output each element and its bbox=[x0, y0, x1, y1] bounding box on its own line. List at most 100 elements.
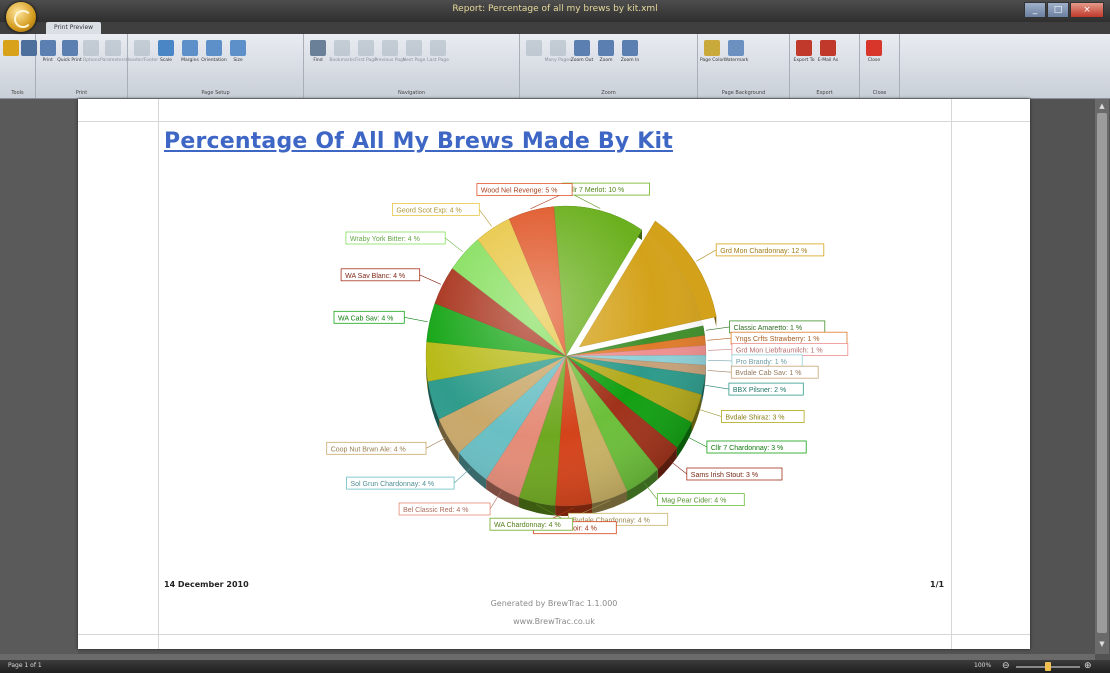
ribbon-group-6: Export To E-Mail As Export bbox=[790, 34, 860, 98]
leader-line bbox=[707, 349, 732, 351]
orientation-button[interactable]: Orientation bbox=[201, 36, 227, 63]
ribbon-group-3: Find Bookmarks First Page Previous Page Next… bbox=[304, 34, 520, 98]
zoom-percentage: 100% bbox=[974, 662, 992, 669]
find-button[interactable]: Find bbox=[307, 36, 329, 63]
ribbon-group-2: Header/Footer Scale Margins Orientation Size… bbox=[126, 34, 304, 98]
ribbon-item-label: Many Pages bbox=[544, 58, 572, 63]
page-color-button[interactable]: Page Color bbox=[700, 36, 724, 63]
maximize-button[interactable]: □ bbox=[1047, 2, 1069, 18]
previous-page-icon bbox=[382, 40, 398, 56]
scroll-down-icon[interactable]: ▼ bbox=[1097, 639, 1107, 649]
data-label: Wraby York Bitter: 4 % bbox=[350, 236, 420, 243]
size-button[interactable]: Size bbox=[227, 36, 249, 63]
export-to-button[interactable]: Export To bbox=[793, 36, 815, 63]
data-label: WA Cab Sav: 4 % bbox=[338, 315, 393, 322]
next-page-button[interactable]: Next Page bbox=[403, 36, 425, 63]
close-button[interactable]: Close bbox=[863, 36, 885, 63]
ribbon-item-label: Size bbox=[233, 58, 243, 63]
first-page-icon bbox=[358, 40, 374, 56]
ribbon-item-label: Orientation bbox=[201, 58, 227, 63]
close-window-button[interactable]: × bbox=[1070, 2, 1104, 18]
watermark-button[interactable]: Watermark bbox=[723, 36, 749, 63]
previous-page-button[interactable]: Previous Page bbox=[374, 36, 406, 63]
many-pages-button[interactable]: Many Pages bbox=[544, 36, 572, 63]
options-icon bbox=[83, 40, 100, 56]
leader-line bbox=[705, 385, 729, 390]
data-label: Pro Brandy: 1 % bbox=[736, 359, 787, 366]
data-label: Grd Mon Chardonnay: 12 % bbox=[720, 248, 807, 255]
scroll-up-icon[interactable]: ▲ bbox=[1097, 101, 1107, 111]
data-label: Bel Classic Red: 4 % bbox=[403, 507, 468, 514]
scroll-thumb[interactable] bbox=[1097, 113, 1107, 633]
zoom-in-button[interactable]: Zoom In bbox=[619, 36, 641, 63]
page-color-icon bbox=[704, 40, 720, 56]
leader-line bbox=[643, 482, 658, 500]
ribbon-item-label: Bookmarks bbox=[329, 58, 355, 63]
leader-line bbox=[707, 337, 732, 341]
data-label: Bvdale Shiraz: 3 % bbox=[725, 415, 784, 422]
ribbon-group-5: Page Color Watermark Page Background bbox=[698, 34, 790, 98]
data-label: Geord Scot Exp: 4 % bbox=[396, 207, 461, 214]
zoom-button[interactable]: Zoom bbox=[595, 36, 617, 63]
zoom-slider-thumb[interactable] bbox=[1045, 662, 1051, 671]
last-page-icon bbox=[430, 40, 446, 56]
ribbon-item-label: Close bbox=[867, 58, 881, 63]
print-button[interactable]: Print bbox=[39, 36, 57, 63]
app-menu-button[interactable] bbox=[6, 2, 36, 32]
e-mail-as-button[interactable]: E-Mail As bbox=[817, 36, 839, 63]
ribbon-item-label: Last Page bbox=[427, 58, 449, 63]
tool-1-button[interactable] bbox=[21, 36, 37, 58]
tab-print-preview[interactable]: Print Preview bbox=[46, 22, 102, 34]
leader-line bbox=[698, 409, 722, 417]
leader-line bbox=[707, 360, 732, 362]
header-footer-icon bbox=[134, 40, 150, 56]
data-label: Bvdale Cab Sav: 1 % bbox=[735, 370, 801, 377]
ribbon-item-label: Margins bbox=[181, 58, 199, 63]
leader-line bbox=[453, 468, 471, 484]
scale-button[interactable]: Scale bbox=[155, 36, 177, 63]
data-label: Cllr 7 Merlot: 10 % bbox=[567, 187, 625, 194]
data-label: Mag Pear Cider: 4 % bbox=[661, 498, 726, 505]
ribbon-item-label: Watermark bbox=[723, 58, 749, 63]
data-label: Cllr 7 Chardonnay: 3 % bbox=[711, 445, 783, 452]
ribbon-group-label: Print bbox=[75, 90, 88, 96]
zoom-in-icon bbox=[622, 40, 638, 56]
ribbon-group-7: Close Close bbox=[860, 34, 900, 98]
data-label: Wood Nel Revenge: 5 % bbox=[481, 188, 558, 195]
quick-print-button[interactable]: Quick Print bbox=[57, 36, 82, 63]
data-label: WA Chardonnay: 4 % bbox=[494, 522, 561, 529]
margins-button[interactable]: Margins bbox=[179, 36, 201, 63]
vertical-scrollbar[interactable]: ▲ ▼ bbox=[1095, 99, 1109, 654]
data-label: BBX Pilsner: 2 % bbox=[733, 387, 786, 394]
minimize-button[interactable]: _ bbox=[1024, 2, 1046, 18]
ribbon-group-0: Tools bbox=[0, 34, 37, 98]
ribbon-item-label: Previous Page bbox=[374, 58, 406, 63]
ribbon-group-1: Print Quick Print Options Parameters Print bbox=[36, 34, 128, 98]
window-controls: _ □ × bbox=[1023, 2, 1104, 18]
header-footer-button[interactable]: Header/Footer bbox=[126, 36, 158, 63]
last-page-button[interactable]: Last Page bbox=[427, 36, 449, 63]
bookmarks-button[interactable]: Bookmarks bbox=[329, 36, 355, 63]
ribbon-item-label: Export To bbox=[793, 58, 815, 63]
options-button[interactable]: Options bbox=[83, 36, 101, 63]
zoom-out-icon[interactable]: ⊖ bbox=[1002, 661, 1010, 671]
tool-1-icon bbox=[21, 40, 37, 56]
zoom-out-button[interactable]: Zoom Out bbox=[571, 36, 593, 63]
find-icon bbox=[310, 40, 326, 56]
pie-chart: Cllr 7 Merlot: 10 % Grd Mon Chardonnay: 1… bbox=[326, 182, 849, 535]
leader-line bbox=[425, 437, 447, 449]
parameters-button[interactable]: Parameters bbox=[100, 36, 126, 63]
ribbon-group-label: Navigation bbox=[398, 90, 425, 96]
orientation-icon bbox=[206, 40, 222, 56]
status-page-count: Page 1 of 1 bbox=[8, 662, 42, 669]
ribbon-group-4: Many Pages Zoom Out Zoom Zoom In Zoom bbox=[520, 34, 698, 98]
zoom-in-icon[interactable]: ⊕ bbox=[1084, 661, 1092, 671]
report-date: 14 December 2010 bbox=[164, 580, 249, 589]
tool-0-button[interactable] bbox=[523, 36, 545, 58]
tool-0-button[interactable] bbox=[3, 36, 19, 58]
data-label: Yngs Crfts Strawberry: 1 % bbox=[735, 336, 819, 343]
window-title: Report: Percentage of all my brews by ki… bbox=[452, 4, 658, 14]
leader-line bbox=[686, 436, 708, 448]
title-bar: Report: Percentage of all my brews by ki… bbox=[0, 0, 1110, 22]
parameters-icon bbox=[105, 40, 121, 56]
